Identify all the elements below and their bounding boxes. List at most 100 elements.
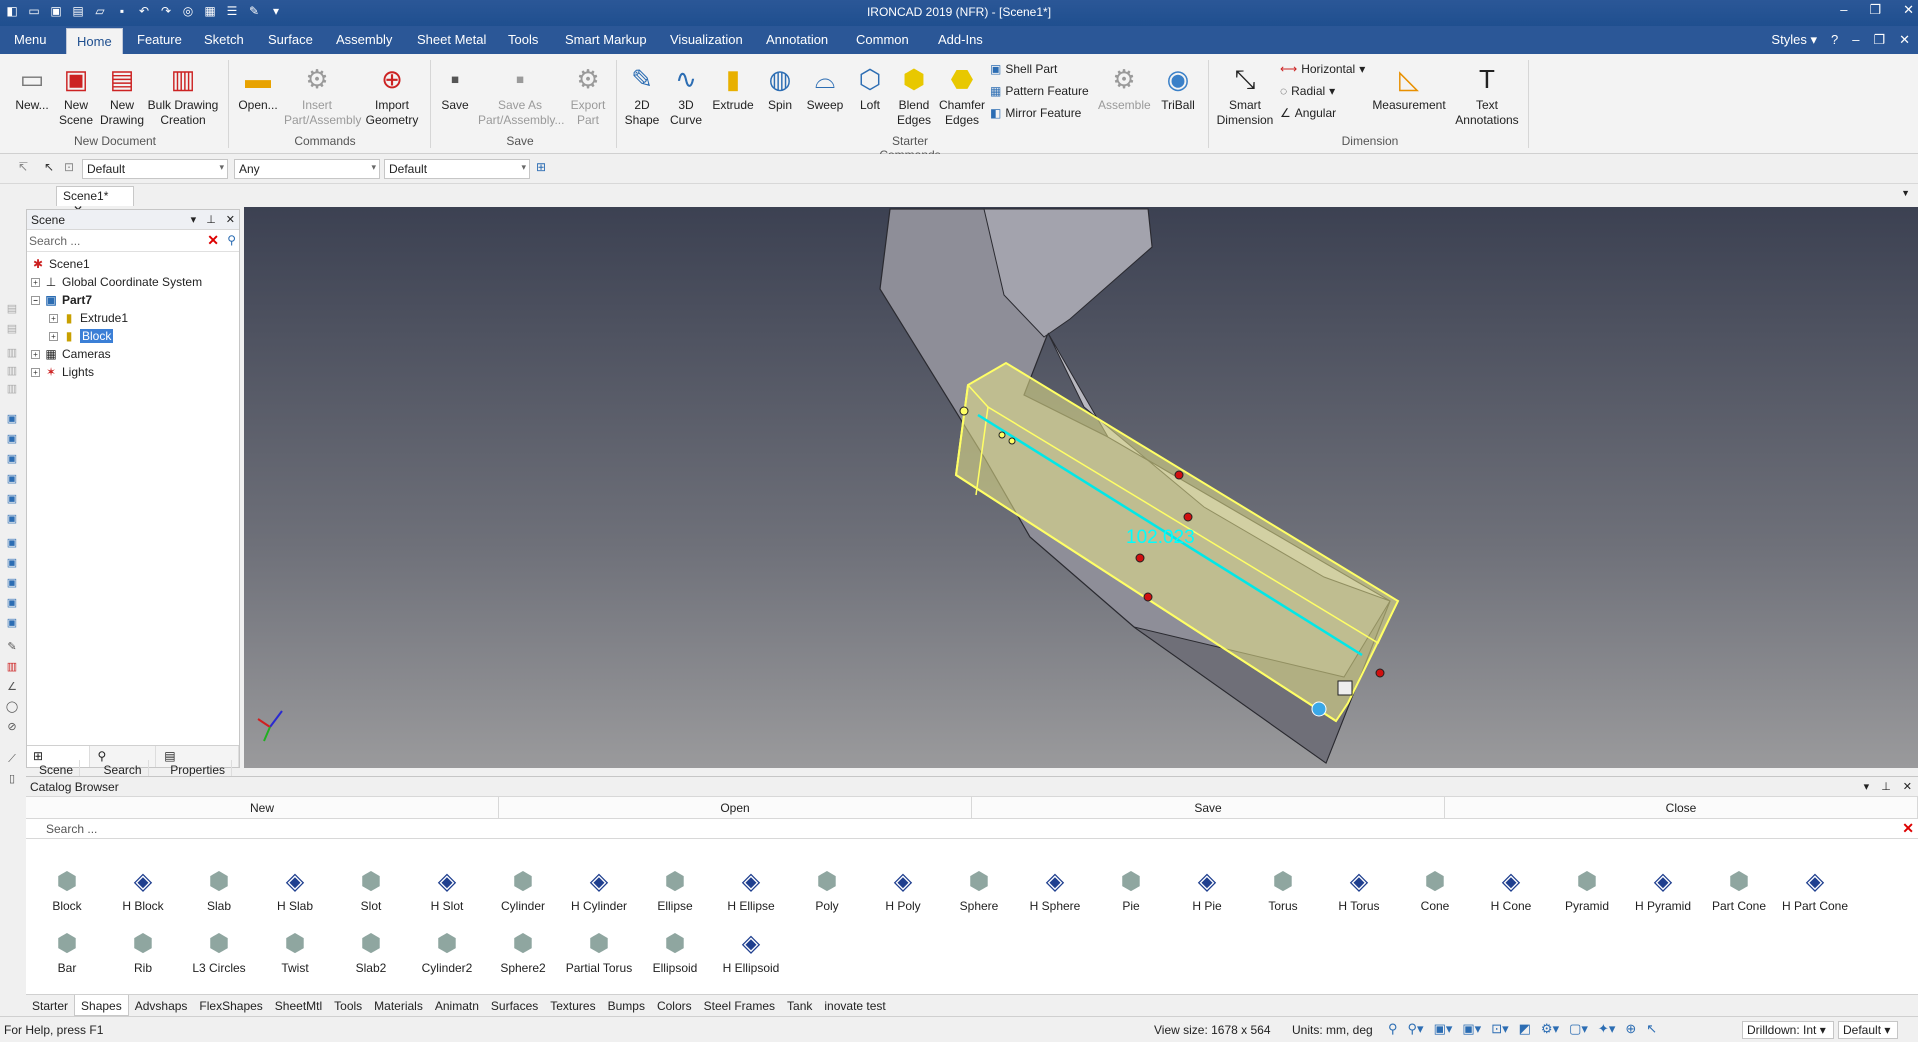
chevron-down-icon[interactable]: ▾ xyxy=(1864,780,1870,793)
render-icon[interactable]: ▣▾ xyxy=(1462,1021,1481,1037)
select-tool-icon[interactable]: ↸ xyxy=(18,160,28,174)
catalog-tab-textures[interactable]: Textures xyxy=(544,995,601,1016)
pin-icon[interactable]: ⊥ xyxy=(1881,780,1891,793)
cube-icon[interactable]: ▣ xyxy=(5,492,19,506)
view-icon[interactable]: ▤ xyxy=(5,322,19,336)
new-scene-button[interactable]: ▣ New Scene xyxy=(56,62,96,128)
expand-icon[interactable]: + xyxy=(49,331,58,341)
scene-search-input[interactable]: Search ... xyxy=(29,234,80,248)
tab-properties[interactable]: ▤ Properties xyxy=(158,746,239,780)
zoom-dropdown-icon[interactable]: ⚲▾ xyxy=(1408,1021,1424,1037)
default-dropdown[interactable]: Default ▾ xyxy=(1838,1021,1898,1039)
tab-visualization[interactable]: Visualization xyxy=(670,32,743,47)
view-icon[interactable]: ▥ xyxy=(5,382,19,396)
save-as-button[interactable]: ▪ Save As Part/Assembly... xyxy=(478,62,564,128)
clear-search-icon[interactable]: ✕ xyxy=(207,232,219,249)
catalog-tab-inovate-test[interactable]: inovate test xyxy=(818,995,891,1016)
size-handle[interactable] xyxy=(1375,668,1385,678)
save-button[interactable]: ▪ Save xyxy=(438,62,472,113)
triball-button[interactable]: ◉ TriBall xyxy=(1158,62,1198,113)
tree-scene1[interactable]: ✱ Scene1 xyxy=(31,256,90,272)
chevron-down-icon[interactable]: ▾ xyxy=(191,213,197,226)
shape-h-torus[interactable]: ◈ H Torus xyxy=(1322,867,1396,914)
box-select-icon[interactable]: ⊡ xyxy=(64,160,74,174)
shape-block[interactable]: ⬢ Block xyxy=(30,867,104,914)
shape-slab[interactable]: ⬢ Slab xyxy=(182,867,256,914)
cube-icon[interactable]: ▣ xyxy=(5,472,19,486)
measurement-button[interactable]: ◺ Measurement xyxy=(1370,62,1448,113)
triball-handle-icon[interactable] xyxy=(1337,680,1353,696)
cube-icon[interactable]: ▣ xyxy=(5,616,19,630)
shape-h-slab[interactable]: ◈ H Slab xyxy=(258,867,332,914)
angular-button[interactable]: ∠ Angular xyxy=(1280,106,1336,120)
catalog-tab-sheetmtl[interactable]: SheetMtl xyxy=(269,995,328,1016)
shape-cone[interactable]: ⬢ Cone xyxy=(1398,867,1472,914)
shape-h-slot[interactable]: ◈ H Slot xyxy=(410,867,484,914)
shape-poly[interactable]: ⬢ Poly xyxy=(790,867,864,914)
ruler-icon[interactable]: ▯ xyxy=(5,772,19,786)
tab-annotation[interactable]: Annotation xyxy=(766,32,828,47)
cube-icon[interactable]: ▣ xyxy=(5,432,19,446)
shape-h-poly[interactable]: ◈ H Poly xyxy=(866,867,940,914)
collapse-icon[interactable]: − xyxy=(31,295,40,305)
shape-slot[interactable]: ⬢ Slot xyxy=(334,867,408,914)
catalog-tab-starter[interactable]: Starter xyxy=(26,995,74,1016)
view-icon[interactable]: ▥ xyxy=(5,346,19,360)
catalog-tab-flexshapes[interactable]: FlexShapes xyxy=(193,995,268,1016)
catalog-close-button[interactable]: Close xyxy=(1445,797,1918,818)
tree-lights[interactable]: + ✶ Lights xyxy=(31,364,94,380)
restore-icon[interactable]: ❐ xyxy=(1869,2,1881,18)
bulk-drawing-button[interactable]: ▥ Bulk Drawing Creation xyxy=(146,62,220,128)
catalog-new-button[interactable]: New xyxy=(26,797,499,818)
shape-rib[interactable]: ⬢ Rib xyxy=(106,929,180,976)
expand-icon[interactable]: + xyxy=(49,313,58,323)
camera-icon[interactable]: ⊡▾ xyxy=(1491,1021,1508,1037)
new-drawing-button[interactable]: ▤ New Drawing xyxy=(100,62,144,128)
expand-icon[interactable]: + xyxy=(31,367,40,377)
shape-h-cone[interactable]: ◈ H Cone xyxy=(1474,867,1548,914)
tree-part7[interactable]: − ▣ Part7 xyxy=(31,292,92,308)
view-icon[interactable]: ▥ xyxy=(5,364,19,378)
mirror-feature-button[interactable]: ◧ Mirror Feature xyxy=(990,106,1081,120)
catalog-save-button[interactable]: Save xyxy=(972,797,1445,818)
tab-add-ins[interactable]: Add-Ins xyxy=(938,32,983,47)
snap-icon[interactable]: ⊕ xyxy=(1625,1021,1636,1037)
cube-icon[interactable]: ▣ xyxy=(5,576,19,590)
zoom-icon[interactable]: ⚲ xyxy=(1388,1021,1398,1037)
shape-cylinder2[interactable]: ⬢ Cylinder2 xyxy=(410,929,484,976)
cube-icon[interactable]: ▣ xyxy=(5,556,19,570)
shape-partial-torus[interactable]: ⬢ Partial Torus xyxy=(562,929,636,976)
export-part-button[interactable]: ⚙ Export Part xyxy=(566,62,610,128)
filter-combo[interactable]: Any ▾ xyxy=(234,159,380,179)
shape-h-block[interactable]: ◈ H Block xyxy=(106,867,180,914)
open-button[interactable]: ▬ Open... xyxy=(236,62,280,113)
style-combo[interactable]: Default ▾ xyxy=(82,159,228,179)
tree-cameras[interactable]: + ▦ Cameras xyxy=(31,346,111,362)
select-icon[interactable]: ↖ xyxy=(1646,1021,1657,1037)
tab-scene1[interactable]: Scene1* ✕ xyxy=(56,186,134,217)
size-handle[interactable] xyxy=(1183,512,1193,522)
no-icon[interactable]: ⊘ xyxy=(5,720,19,734)
expand-icon[interactable]: + xyxy=(31,349,40,359)
shell-part-button[interactable]: ▣ Shell Part xyxy=(990,62,1057,76)
tab-sketch[interactable]: Sketch xyxy=(204,32,244,47)
tab-search[interactable]: ⚲ Search xyxy=(92,746,157,780)
close-icon[interactable]: ✕ xyxy=(1903,2,1914,18)
light-icon[interactable]: ✦▾ xyxy=(1598,1021,1615,1037)
minimize-icon[interactable]: – xyxy=(1840,2,1847,18)
2d-shape-button[interactable]: ✎ 2D Shape xyxy=(622,62,662,128)
catalog-tab-tank[interactable]: Tank xyxy=(781,995,818,1016)
catalog-tab-tools[interactable]: Tools xyxy=(328,995,368,1016)
hierarchy-icon[interactable]: ⊞ xyxy=(536,160,546,174)
cube-icon[interactable]: ▣ xyxy=(5,512,19,526)
tree-block[interactable]: + ▮ Block xyxy=(49,328,114,344)
shape-cylinder[interactable]: ⬢ Cylinder xyxy=(486,867,560,914)
radial-dropdown[interactable]: ◌ Radial ▾ xyxy=(1280,84,1335,98)
text-annotations-button[interactable]: T Text Annotations xyxy=(1452,62,1522,128)
shape-h-sphere[interactable]: ◈ H Sphere xyxy=(1018,867,1092,914)
shape-h-cylinder[interactable]: ◈ H Cylinder xyxy=(562,867,636,914)
sketch-icon[interactable]: ▥ xyxy=(5,660,19,674)
angle-icon[interactable]: ∠ xyxy=(5,680,19,694)
tree-extrude1[interactable]: + ▮ Extrude1 xyxy=(49,310,128,326)
shape-pie[interactable]: ⬢ Pie xyxy=(1094,867,1168,914)
